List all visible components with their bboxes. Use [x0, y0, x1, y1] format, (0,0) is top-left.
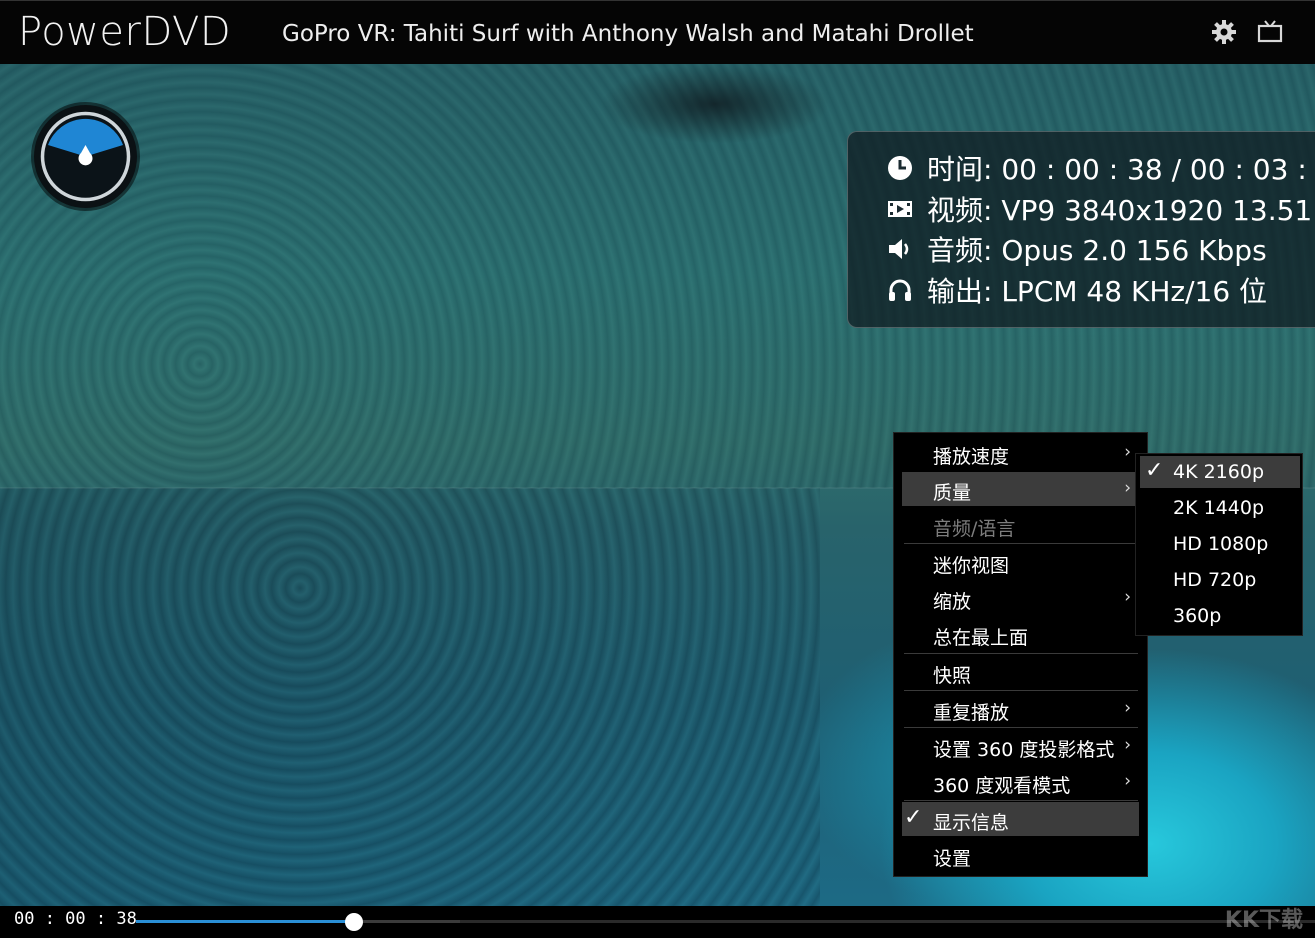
- info-audio-row: 音频: Opus 2.0 156 Kbps: [885, 229, 1267, 269]
- menu-item-zoom[interactable]: 缩放 ›: [902, 581, 1139, 615]
- menu-divider: [904, 543, 1138, 544]
- menu-item-360-view-mode[interactable]: 360 度观看模式 ›: [902, 765, 1139, 799]
- info-time-row: 时间: 00 : 00 : 38 / 00 : 03 : 2: [885, 148, 1315, 188]
- menu-item-label: 迷你视图: [933, 555, 1010, 577]
- quality-option-4k[interactable]: ✓ 4K 2160p: [1140, 456, 1300, 488]
- surfer-silhouette: [600, 64, 830, 144]
- headphones-icon: [885, 275, 915, 305]
- menu-divider: [904, 653, 1138, 654]
- film-icon: [885, 194, 915, 224]
- menu-item-playback-speed[interactable]: 播放速度 ›: [902, 436, 1139, 470]
- video-title: GoPro VR: Tahiti Surf with Anthony Walsh…: [282, 21, 974, 47]
- menu-divider: [904, 800, 1138, 801]
- seek-thumb[interactable]: [345, 913, 364, 931]
- menu-item-360-projection[interactable]: 设置 360 度投影格式 ›: [902, 729, 1139, 763]
- info-output-row: 输出: LPCM 48 KHz/16 位: [885, 270, 1267, 310]
- menu-item-label: 缩放: [933, 591, 972, 613]
- title-bar: PowerDVD GoPro VR: Tahiti Surf with Anth…: [0, 0, 1315, 64]
- chevron-right-icon: ›: [1124, 478, 1131, 498]
- menu-item-label: 设置: [933, 848, 972, 870]
- quality-option-label: 2K 1440p: [1173, 497, 1265, 519]
- info-video: 视频: VP9 3840x1920 13.51: [927, 194, 1313, 227]
- quality-option-2k[interactable]: 2K 1440p: [1140, 492, 1300, 524]
- quality-option-label: 360p: [1173, 605, 1222, 627]
- 360-compass-icon[interactable]: [34, 105, 137, 208]
- menu-item-label: 设置 360 度投影格式: [933, 739, 1115, 761]
- current-time: 00 : 00 : 38: [14, 909, 137, 929]
- chevron-right-icon: ›: [1124, 442, 1131, 462]
- speaker-icon: [885, 234, 915, 264]
- menu-item-repeat[interactable]: 重复播放 ›: [902, 692, 1139, 726]
- menu-item-snapshot[interactable]: 快照: [902, 655, 1139, 689]
- quality-option-label: 4K 2160p: [1173, 461, 1265, 483]
- info-audio: 音频: Opus 2.0 156 Kbps: [927, 234, 1267, 267]
- menu-item-quality[interactable]: 质量 ›: [902, 472, 1139, 506]
- quality-option-label: HD 720p: [1173, 569, 1257, 591]
- info-video-row: 视频: VP9 3840x1920 13.51: [885, 189, 1312, 229]
- menu-item-always-on-top[interactable]: 总在最上面: [902, 617, 1139, 651]
- menu-item-label: 快照: [933, 665, 972, 687]
- quality-option-1080p[interactable]: HD 1080p: [1140, 528, 1300, 560]
- menu-item-show-info[interactable]: ✓ 显示信息: [902, 802, 1139, 836]
- menu-item-mini-view[interactable]: 迷你视图: [902, 545, 1139, 579]
- menu-divider: [904, 727, 1138, 728]
- chevron-right-icon: ›: [1124, 771, 1131, 791]
- menu-item-audio-language: 音频/语言: [902, 508, 1139, 542]
- menu-divider: [904, 690, 1138, 691]
- clock-icon: [885, 153, 915, 183]
- checkmark-icon: ✓: [1145, 458, 1164, 483]
- context-menu: 播放速度 › 质量 › 音频/语言 迷你视图 缩放 › 总在最上面 快照 重复播…: [893, 432, 1148, 877]
- seek-bar[interactable]: [136, 913, 1315, 931]
- playback-bar: 00 : 00 : 38: [0, 906, 1315, 938]
- seek-bar-progress: [136, 920, 355, 923]
- watermark-logo: KK下载: [1224, 908, 1303, 933]
- chevron-right-icon: ›: [1124, 735, 1131, 755]
- checkmark-icon: ✓: [904, 805, 923, 830]
- menu-item-settings[interactable]: 设置: [902, 838, 1139, 872]
- quality-option-720p[interactable]: HD 720p: [1140, 564, 1300, 596]
- quality-option-360p[interactable]: 360p: [1140, 600, 1300, 632]
- menu-item-label: 360 度观看模式: [933, 775, 1071, 797]
- chevron-right-icon: ›: [1124, 698, 1131, 718]
- menu-item-label: 总在最上面: [933, 627, 1029, 649]
- menu-item-label: 重复播放: [933, 702, 1010, 724]
- video-frame-bottom: [0, 488, 820, 906]
- menu-item-label: 质量: [933, 482, 972, 504]
- tv-icon[interactable]: [1255, 17, 1285, 47]
- menu-item-label: 播放速度: [933, 446, 1010, 468]
- quality-submenu: ✓ 4K 2160p 2K 1440p HD 1080p HD 720p 360…: [1135, 453, 1303, 636]
- gear-icon[interactable]: [1209, 17, 1239, 47]
- menu-item-label: 显示信息: [933, 812, 1010, 834]
- info-time: 时间: 00 : 00 : 38 / 00 : 03 : 2: [927, 153, 1315, 186]
- info-output: 输出: LPCM 48 KHz/16 位: [927, 275, 1268, 308]
- quality-option-label: HD 1080p: [1173, 533, 1269, 555]
- app-name: PowerDVD: [18, 9, 232, 55]
- chevron-right-icon: ›: [1124, 587, 1131, 607]
- menu-item-label: 音频/语言: [933, 518, 1016, 540]
